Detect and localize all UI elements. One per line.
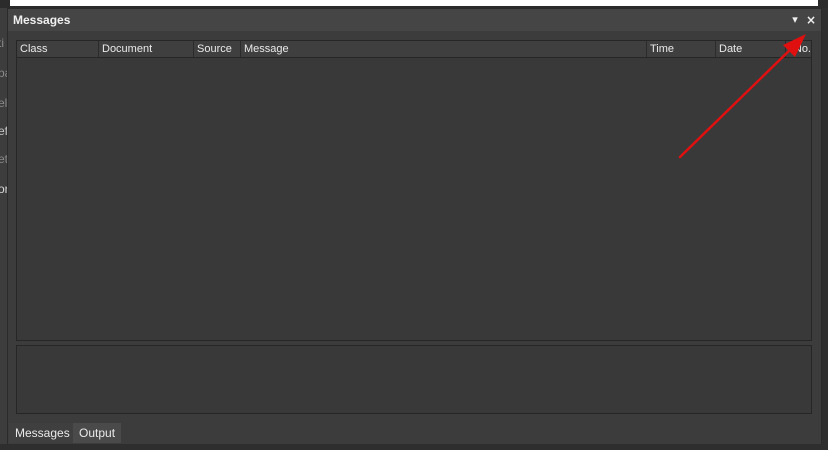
column-header-date[interactable]: Date [716,41,786,57]
panel-titlebar[interactable]: Messages ▾ × [8,9,821,31]
bottom-strip [0,444,828,450]
tab-output[interactable]: Output [73,423,122,443]
column-header-source[interactable]: Source [194,41,241,57]
column-header-class[interactable]: Class [17,41,99,57]
grid-header: Class Document Source Message Time Date … [17,41,811,58]
column-header-message[interactable]: Message [241,41,647,57]
white-bar [10,0,818,6]
message-details-pane[interactable] [16,345,812,414]
messages-panel: Messages ▾ × Class Document Source Messa… [7,8,822,444]
background-right-edge [822,8,828,450]
messages-grid[interactable]: Class Document Source Message Time Date … [16,40,812,341]
column-header-time[interactable]: Time [647,41,716,57]
panel-title: Messages [13,13,71,27]
tab-messages[interactable]: Messages [9,423,76,443]
panel-close-icon[interactable]: × [804,12,818,28]
background-text: ti [0,36,4,50]
column-header-document[interactable]: Document [99,41,194,57]
panel-menu-dropdown-icon[interactable]: ▾ [788,12,802,28]
panel-tabs: Messages Output [8,422,821,444]
top-strip [0,0,828,8]
column-header-no[interactable]: No. [786,41,813,57]
